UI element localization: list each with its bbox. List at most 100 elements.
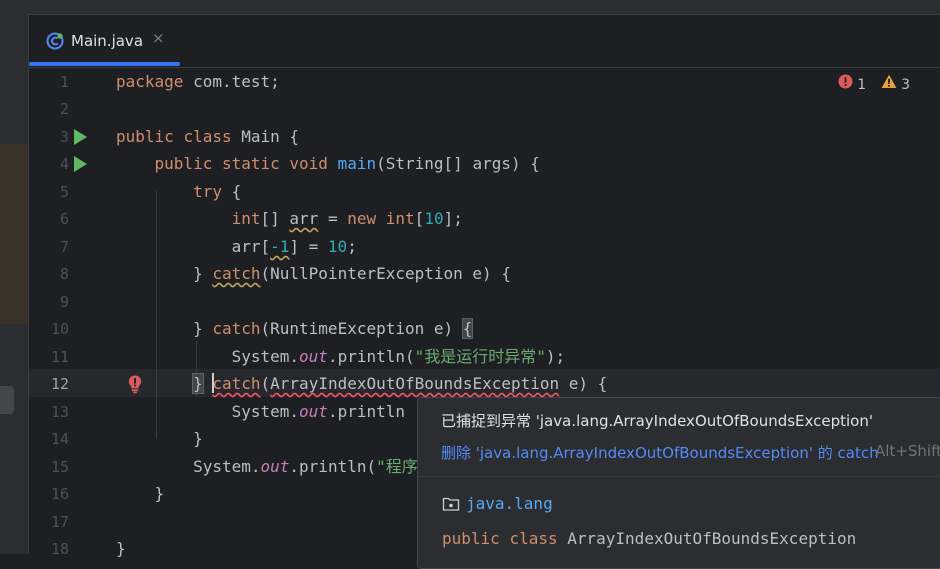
line-number: 18 — [50, 540, 69, 558]
keyword: public — [442, 529, 500, 548]
close-icon[interactable]: × — [152, 29, 165, 47]
code-text: (String[] args) { — [376, 154, 540, 173]
code-text: ; — [347, 237, 357, 256]
code-text: (RuntimeException e) — [260, 319, 463, 338]
line-number: 1 — [59, 73, 69, 91]
keyword: package — [116, 72, 184, 91]
tab-label: Main.java — [71, 32, 144, 50]
line-number: 5 — [59, 183, 69, 201]
inspection-popup: 已捕捉到异常 'java.lang.ArrayIndexOutOfBoundsE… — [417, 397, 940, 569]
code-line: 5 try { — [29, 178, 940, 206]
code-text: } — [154, 484, 165, 503]
matched-brace: } — [192, 373, 204, 394]
shortcut-hint: Alt+Shift — [875, 442, 940, 460]
keyword: try — [193, 182, 222, 201]
line-number: 10 — [50, 320, 69, 338]
code-text: ] = — [289, 237, 328, 256]
package-icon — [442, 497, 460, 511]
code-text: com.test; — [183, 72, 280, 91]
code-text: ); — [545, 347, 566, 366]
keyword: class — [509, 529, 558, 548]
code-text: .println — [327, 402, 405, 421]
keyword: new — [347, 209, 377, 228]
panel-selection[interactable] — [0, 386, 14, 414]
popup-title: 已捕捉到异常 'java.lang.ArrayIndexOutOfBoundsE… — [441, 412, 873, 430]
code-text: System. — [231, 402, 300, 421]
line-number: 9 — [59, 293, 69, 311]
line-number: 14 — [50, 430, 69, 448]
class-name: ArrayIndexOutOfBoundsException — [567, 529, 857, 548]
code-text: Main { — [231, 127, 300, 146]
keyword: public — [116, 127, 174, 146]
tab-main-java[interactable]: Main.java × — [29, 15, 181, 67]
code-line: 10 } catch(RuntimeException e) { — [29, 315, 940, 343]
code-line: 2 — [29, 95, 940, 123]
code-line: 3 public class Main { — [29, 123, 940, 151]
keyword: void — [289, 154, 328, 173]
line-number: 6 — [59, 210, 69, 228]
line-number: 11 — [50, 348, 69, 366]
line-number: 8 — [59, 265, 69, 283]
code-line: 9 — [29, 288, 940, 316]
code-text: System. — [231, 347, 300, 366]
string-literal: "我是运行时异常" — [414, 347, 546, 366]
code-text: { — [221, 182, 242, 201]
code-line: 4 public static void main(String[] args)… — [29, 150, 940, 178]
keyword: int — [385, 209, 415, 228]
run-gutter-icon[interactable] — [74, 129, 87, 145]
keyword: catch — [212, 374, 261, 393]
remove-catch-action[interactable]: 删除 'java.lang.ArrayIndexOutOfBoundsExcep… — [441, 442, 879, 463]
package-link[interactable]: java.lang — [442, 494, 553, 513]
keyword: catch — [212, 319, 261, 338]
exception-type: ArrayIndexOutOfBoundsException — [270, 374, 560, 393]
code-line: 12 } catch(ArrayIndexOutOfBoundsExceptio… — [29, 370, 940, 398]
popup-divider — [418, 476, 940, 477]
static-field: out — [299, 347, 328, 366]
editor-tab-bar: Main.java × — [29, 15, 940, 68]
line-number: 17 — [50, 513, 69, 531]
code-text: System. — [193, 457, 261, 476]
panel-highlight — [0, 144, 28, 324]
code-text: .println( — [327, 347, 415, 366]
number-literal: 10 — [424, 209, 444, 228]
code-text: } — [193, 319, 213, 338]
keyword: class — [183, 127, 232, 146]
keyword: static — [221, 154, 280, 173]
static-field: out — [260, 457, 290, 476]
static-field: out — [299, 402, 328, 421]
number-literal: 10 — [327, 237, 348, 256]
keyword: public — [154, 154, 213, 173]
string-literal: "程序 — [376, 457, 418, 476]
code-text: (NullPointerException e) { — [260, 264, 511, 283]
code-text: ( — [260, 374, 271, 393]
code-text: e) { — [559, 374, 608, 393]
code-line: 6 int[] arr = new int[10]; — [29, 205, 940, 233]
unused-variable: arr — [289, 209, 319, 228]
line-number: 16 — [50, 485, 69, 503]
line-number: 13 — [50, 403, 69, 421]
java-class-file-icon — [46, 32, 64, 50]
matched-brace: { — [461, 318, 474, 339]
code-line: 1 package com.test; — [29, 68, 940, 96]
code-text: .println( — [289, 457, 377, 476]
line-number: 3 — [59, 128, 69, 146]
code-text: } — [193, 429, 203, 448]
left-tool-panel — [0, 14, 29, 554]
code-line: 11 System.out.println("我是运行时异常"); — [29, 343, 940, 371]
line-number: 4 — [59, 155, 69, 173]
code-text: [] — [260, 209, 290, 228]
run-gutter-icon[interactable] — [74, 156, 87, 172]
code-text: arr[ — [231, 237, 271, 256]
code-text: } — [116, 539, 126, 558]
keyword: catch — [212, 264, 261, 283]
title-bar — [0, 0, 940, 15]
code-text: [ — [414, 209, 425, 228]
code-text: ]; — [443, 209, 463, 228]
line-number: 12 — [50, 375, 69, 393]
number-literal: -1 — [270, 237, 290, 256]
package-name: java.lang — [466, 494, 553, 513]
method-name: main — [337, 154, 377, 173]
line-number: 15 — [50, 458, 69, 476]
